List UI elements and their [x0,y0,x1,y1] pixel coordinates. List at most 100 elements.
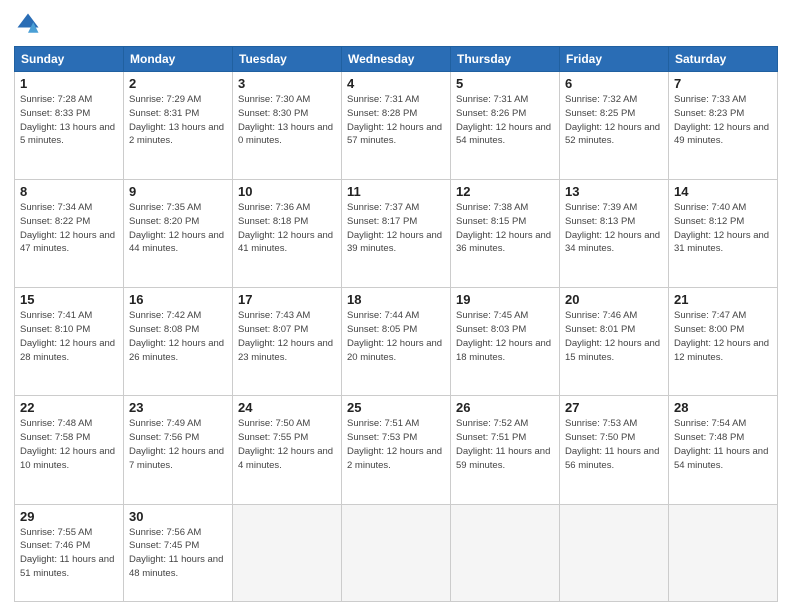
calendar-cell: 29 Sunrise: 7:55 AMSunset: 7:46 PMDayligh… [15,504,124,601]
calendar-cell: 18 Sunrise: 7:44 AMSunset: 8:05 PMDayligh… [342,288,451,396]
calendar-cell: 23Sunrise: 7:49 AMSunset: 7:56 PMDayligh… [124,396,233,504]
day-info: Sunrise: 7:35 AMSunset: 8:20 PMDaylight:… [129,201,227,256]
calendar-cell: 6 Sunrise: 7:32 AMSunset: 8:25 PMDaylight… [560,72,669,180]
day-info: Sunrise: 7:31 AMSunset: 8:26 PMDaylight:… [456,93,554,148]
day-info: Sunrise: 7:54 AMSunset: 7:48 PMDaylight:… [674,417,772,472]
day-info: Sunrise: 7:32 AMSunset: 8:25 PMDaylight:… [565,93,663,148]
calendar-week-row: 29 Sunrise: 7:55 AMSunset: 7:46 PMDayligh… [15,504,778,601]
day-info: Sunrise: 7:49 AMSunset: 7:56 PMDaylight:… [129,417,227,472]
calendar-cell: 16 Sunrise: 7:42 AMSunset: 8:08 PMDayligh… [124,288,233,396]
day-info: Sunrise: 7:53 AMSunset: 7:50 PMDaylight:… [565,417,663,472]
day-number: 19 [456,292,554,307]
day-info: Sunrise: 7:28 AMSunset: 8:33 PMDaylight:… [20,93,118,148]
day-number: 18 [347,292,445,307]
day-number: 13 [565,184,663,199]
day-info: Sunrise: 7:37 AMSunset: 8:17 PMDaylight:… [347,201,445,256]
calendar-cell: 11 Sunrise: 7:37 AMSunset: 8:17 PMDayligh… [342,180,451,288]
day-info: Sunrise: 7:55 AMSunset: 7:46 PMDaylight:… [20,526,118,581]
day-number: 14 [674,184,772,199]
calendar-cell: 30 Sunrise: 7:56 AMSunset: 7:45 PMDayligh… [124,504,233,601]
day-info: Sunrise: 7:40 AMSunset: 8:12 PMDaylight:… [674,201,772,256]
weekday-header: Friday [560,47,669,72]
top-section [14,10,778,38]
calendar-cell [342,504,451,601]
day-info: Sunrise: 7:38 AMSunset: 8:15 PMDaylight:… [456,201,554,256]
calendar-cell [560,504,669,601]
day-number: 7 [674,76,772,91]
calendar-cell: 25 Sunrise: 7:51 AMSunset: 7:53 PMDayligh… [342,396,451,504]
day-number: 11 [347,184,445,199]
calendar-cell: 3Sunrise: 7:30 AMSunset: 8:30 PMDaylight… [233,72,342,180]
day-info: Sunrise: 7:39 AMSunset: 8:13 PMDaylight:… [565,201,663,256]
calendar-cell: 8Sunrise: 7:34 AMSunset: 8:22 PMDaylight… [15,180,124,288]
day-number: 4 [347,76,445,91]
calendar-cell: 28 Sunrise: 7:54 AMSunset: 7:48 PMDayligh… [669,396,778,504]
day-info: Sunrise: 7:46 AMSunset: 8:01 PMDaylight:… [565,309,663,364]
day-info: Sunrise: 7:56 AMSunset: 7:45 PMDaylight:… [129,526,227,581]
calendar-cell: 24 Sunrise: 7:50 AMSunset: 7:55 PMDayligh… [233,396,342,504]
day-info: Sunrise: 7:42 AMSunset: 8:08 PMDaylight:… [129,309,227,364]
day-info: Sunrise: 7:43 AMSunset: 8:07 PMDaylight:… [238,309,336,364]
calendar-cell: 9 Sunrise: 7:35 AMSunset: 8:20 PMDaylight… [124,180,233,288]
day-number: 29 [20,509,118,524]
calendar-cell: 17 Sunrise: 7:43 AMSunset: 8:07 PMDayligh… [233,288,342,396]
day-number: 20 [565,292,663,307]
day-number: 1 [20,76,118,91]
day-info: Sunrise: 7:45 AMSunset: 8:03 PMDaylight:… [456,309,554,364]
calendar-cell: 12 Sunrise: 7:38 AMSunset: 8:15 PMDayligh… [451,180,560,288]
day-info: Sunrise: 7:36 AMSunset: 8:18 PMDaylight:… [238,201,336,256]
calendar-cell: 26 Sunrise: 7:52 AMSunset: 7:51 PMDayligh… [451,396,560,504]
day-number: 5 [456,76,554,91]
weekday-header: Monday [124,47,233,72]
calendar-cell: 5 Sunrise: 7:31 AMSunset: 8:26 PMDaylight… [451,72,560,180]
day-info: Sunrise: 7:31 AMSunset: 8:28 PMDaylight:… [347,93,445,148]
calendar-cell: 22 Sunrise: 7:48 AMSunset: 7:58 PMDayligh… [15,396,124,504]
day-info: Sunrise: 7:51 AMSunset: 7:53 PMDaylight:… [347,417,445,472]
calendar-cell: 10Sunrise: 7:36 AMSunset: 8:18 PMDayligh… [233,180,342,288]
calendar-week-row: 8Sunrise: 7:34 AMSunset: 8:22 PMDaylight… [15,180,778,288]
calendar-cell: 27Sunrise: 7:53 AMSunset: 7:50 PMDayligh… [560,396,669,504]
day-info: Sunrise: 7:30 AMSunset: 8:30 PMDaylight:… [238,93,336,148]
calendar-cell: 7 Sunrise: 7:33 AMSunset: 8:23 PMDaylight… [669,72,778,180]
calendar-cell: 21 Sunrise: 7:47 AMSunset: 8:00 PMDayligh… [669,288,778,396]
day-number: 28 [674,400,772,415]
day-number: 2 [129,76,227,91]
day-info: Sunrise: 7:33 AMSunset: 8:23 PMDaylight:… [674,93,772,148]
calendar-cell [451,504,560,601]
calendar-week-row: 22 Sunrise: 7:48 AMSunset: 7:58 PMDayligh… [15,396,778,504]
calendar-header-row: SundayMondayTuesdayWednesdayThursdayFrid… [15,47,778,72]
day-number: 22 [20,400,118,415]
day-number: 25 [347,400,445,415]
calendar-cell: 19 Sunrise: 7:45 AMSunset: 8:03 PMDayligh… [451,288,560,396]
calendar-table: SundayMondayTuesdayWednesdayThursdayFrid… [14,46,778,602]
day-number: 21 [674,292,772,307]
day-info: Sunrise: 7:34 AMSunset: 8:22 PMDaylight:… [20,201,118,256]
page: SundayMondayTuesdayWednesdayThursdayFrid… [0,0,792,612]
weekday-header: Thursday [451,47,560,72]
day-number: 17 [238,292,336,307]
day-number: 6 [565,76,663,91]
logo-icon [14,10,42,38]
calendar-cell: 20 Sunrise: 7:46 AMSunset: 8:01 PMDayligh… [560,288,669,396]
calendar-cell: 1 Sunrise: 7:28 AMSunset: 8:33 PMDaylight… [15,72,124,180]
day-number: 9 [129,184,227,199]
calendar-week-row: 15 Sunrise: 7:41 AMSunset: 8:10 PMDayligh… [15,288,778,396]
weekday-header: Sunday [15,47,124,72]
day-info: Sunrise: 7:52 AMSunset: 7:51 PMDaylight:… [456,417,554,472]
day-info: Sunrise: 7:44 AMSunset: 8:05 PMDaylight:… [347,309,445,364]
day-number: 12 [456,184,554,199]
day-number: 24 [238,400,336,415]
day-info: Sunrise: 7:47 AMSunset: 8:00 PMDaylight:… [674,309,772,364]
day-info: Sunrise: 7:48 AMSunset: 7:58 PMDaylight:… [20,417,118,472]
weekday-header: Saturday [669,47,778,72]
day-info: Sunrise: 7:41 AMSunset: 8:10 PMDaylight:… [20,309,118,364]
day-number: 30 [129,509,227,524]
day-info: Sunrise: 7:50 AMSunset: 7:55 PMDaylight:… [238,417,336,472]
day-number: 26 [456,400,554,415]
calendar-cell [233,504,342,601]
calendar-cell: 2Sunrise: 7:29 AMSunset: 8:31 PMDaylight… [124,72,233,180]
calendar-cell: 15 Sunrise: 7:41 AMSunset: 8:10 PMDayligh… [15,288,124,396]
day-number: 16 [129,292,227,307]
calendar-week-row: 1 Sunrise: 7:28 AMSunset: 8:33 PMDaylight… [15,72,778,180]
day-number: 15 [20,292,118,307]
